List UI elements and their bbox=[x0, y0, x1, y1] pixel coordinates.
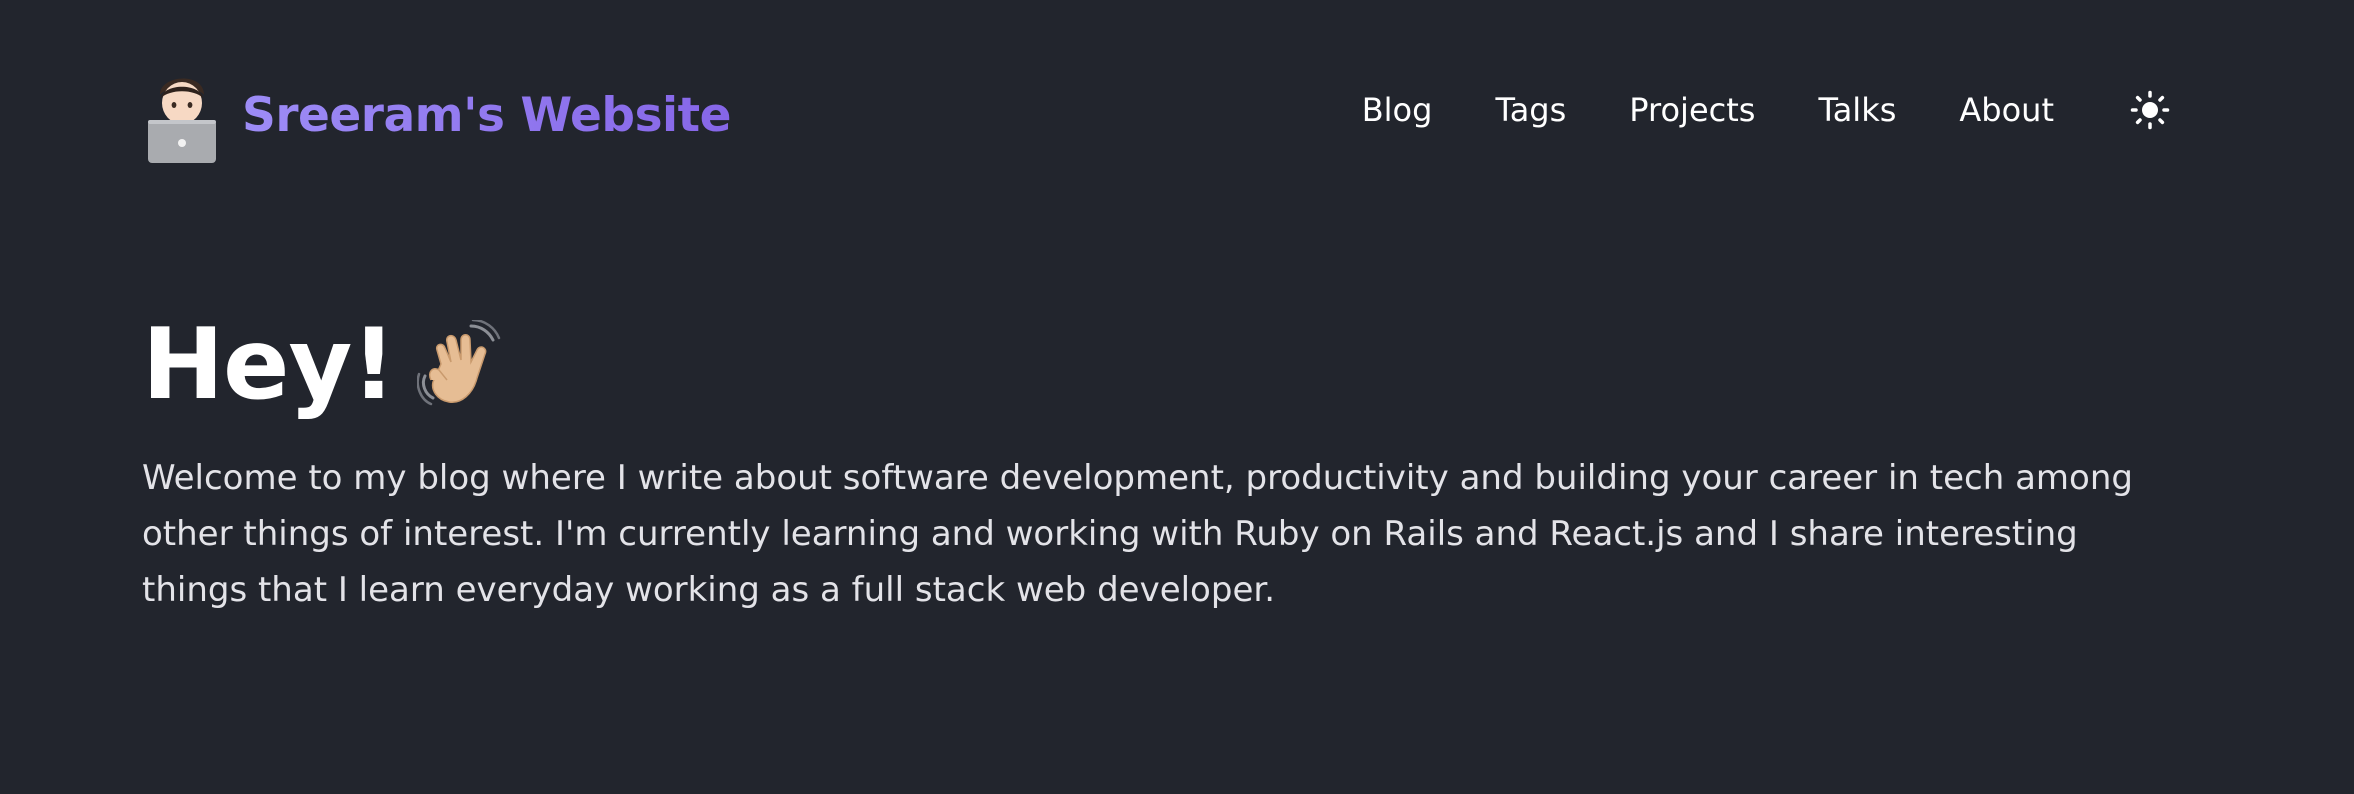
hero-intro-text: Welcome to my blog where I write about s… bbox=[142, 458, 2133, 610]
sun-icon bbox=[2130, 90, 2170, 130]
hero-heading: Hey! bbox=[142, 300, 2172, 430]
theme-toggle-button[interactable] bbox=[2128, 88, 2172, 132]
technologist-emoji-icon bbox=[148, 78, 216, 163]
nav-link-about[interactable]: About bbox=[1959, 91, 2054, 129]
waving-hand-emoji-icon bbox=[417, 320, 501, 406]
site-header: Sreeram's Website Blog Tags Projects Tal… bbox=[142, 60, 2172, 170]
site-title: Sreeram's Website bbox=[242, 87, 732, 143]
hero-section: Hey! Welcome to my blog where I write ab… bbox=[142, 300, 2172, 618]
site-brand-link[interactable]: Sreeram's Website bbox=[142, 60, 732, 170]
hero-title-text: Hey! bbox=[142, 308, 396, 422]
nav-link-talks[interactable]: Talks bbox=[1818, 91, 1896, 129]
nav-link-tags[interactable]: Tags bbox=[1495, 91, 1566, 129]
nav-link-blog[interactable]: Blog bbox=[1362, 91, 1433, 129]
main-nav: Blog Tags Projects Talks About bbox=[1362, 60, 2172, 170]
nav-link-projects[interactable]: Projects bbox=[1629, 91, 1755, 129]
